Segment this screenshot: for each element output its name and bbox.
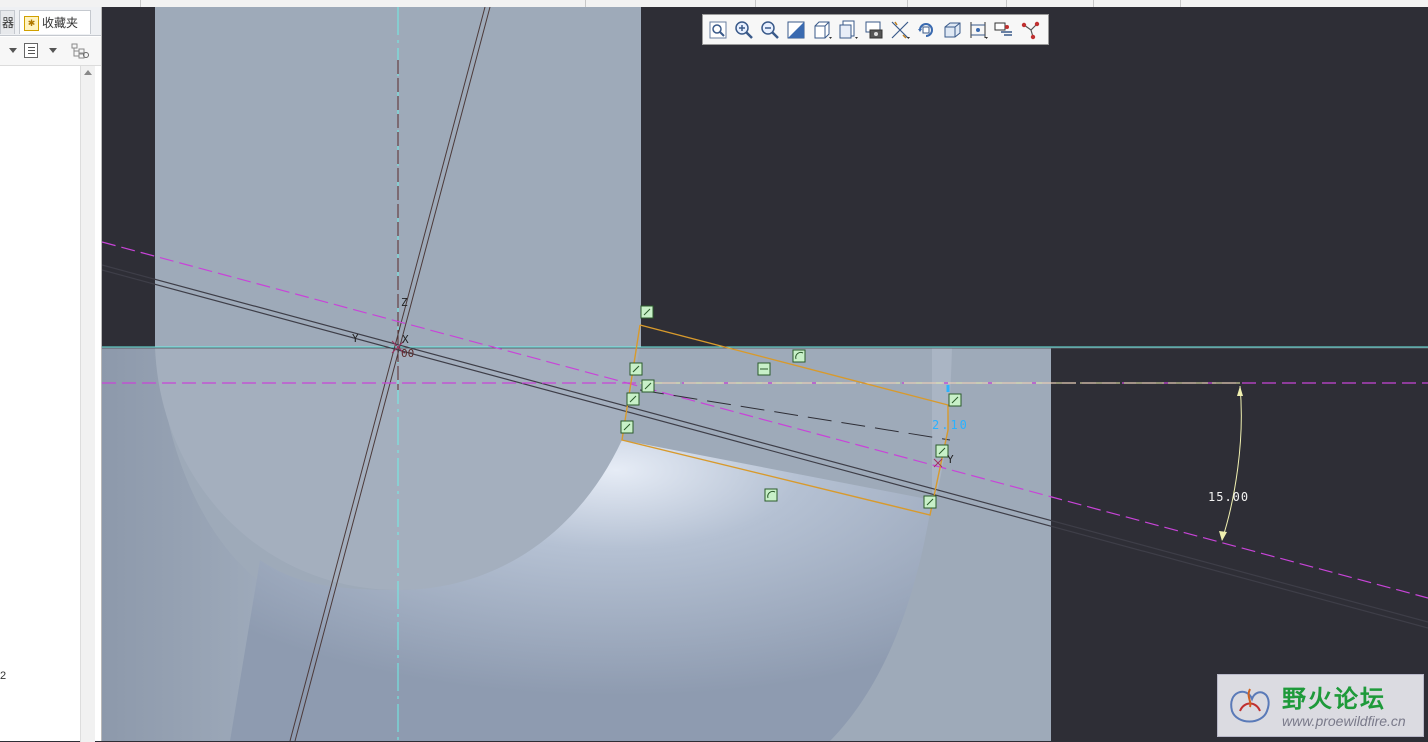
watermark-logo: 野火论坛 www.proewildfire.cn — [1217, 674, 1424, 737]
separator — [1093, 0, 1094, 7]
annotation-display-icon[interactable] — [941, 19, 963, 41]
separator — [907, 0, 908, 7]
spin-center-icon[interactable] — [915, 19, 937, 41]
refit-icon[interactable] — [707, 19, 729, 41]
zoom-in-icon[interactable] — [733, 19, 755, 41]
tree-filter-icon[interactable] — [71, 43, 89, 59]
separator — [140, 0, 141, 7]
separator — [755, 0, 756, 7]
sketch-vertices-icon[interactable] — [1019, 19, 1041, 41]
show-tree-icon[interactable] — [24, 43, 38, 58]
navigator-tab-bar: 器 ✱ 收藏夹 — [0, 7, 101, 36]
scroll-up-icon[interactable] — [84, 70, 92, 75]
tree-scrollbar[interactable] — [80, 66, 95, 742]
view-manager-icon[interactable] — [863, 19, 885, 41]
datum-display-icon[interactable] — [889, 19, 911, 41]
tab-favorites[interactable]: ✱ 收藏夹 — [19, 10, 91, 34]
watermark-title: 野火论坛 — [1282, 685, 1386, 713]
dropdown-arrow-icon[interactable] — [9, 48, 17, 53]
repaint-icon[interactable] — [785, 19, 807, 41]
graphics-window[interactable]: Z X Y 00 Y 15.00 2.10 野火论坛 www.proewildf… — [102, 7, 1428, 741]
model-canvas[interactable] — [102, 7, 1428, 741]
favorites-icon: ✱ — [24, 16, 39, 32]
tree-item-fragment: 2 — [0, 670, 7, 682]
tree-toolbar — [0, 37, 101, 66]
watermark-url: www.proewildfire.cn — [1282, 713, 1406, 729]
constraint-marker[interactable] — [792, 349, 806, 363]
saved-views-icon[interactable] — [837, 19, 859, 41]
tab-model-tree[interactable]: 器 — [0, 10, 15, 34]
length-dimension[interactable]: 2.10 — [932, 418, 969, 432]
separator — [1006, 0, 1007, 7]
tab-model-tree-label: 器 — [2, 16, 15, 30]
axis-label-z: Z — [401, 296, 408, 309]
zoom-out-icon[interactable] — [759, 19, 781, 41]
origin-label: 00 — [401, 347, 415, 360]
separator — [1180, 0, 1181, 7]
axis-label-x: X — [402, 333, 409, 346]
tab-favorites-label: 收藏夹 — [42, 16, 79, 30]
axis-label-y: Y — [352, 332, 359, 345]
sketch-display-icon[interactable] — [967, 19, 989, 41]
sketch-constraints-icon[interactable] — [993, 19, 1015, 41]
axis-label-y-secondary: Y — [947, 453, 954, 466]
constraint-marker[interactable] — [764, 488, 778, 502]
display-style-icon[interactable] — [811, 19, 833, 41]
separator — [585, 0, 586, 7]
flame-logo-icon — [1230, 688, 1270, 723]
model-tree-panel: 器 ✱ 收藏夹 2 — [0, 7, 102, 742]
view-toolbar — [702, 14, 1049, 45]
angle-dimension[interactable]: 15.00 — [1208, 490, 1249, 504]
settings-dropdown-arrow-icon[interactable] — [49, 48, 57, 53]
